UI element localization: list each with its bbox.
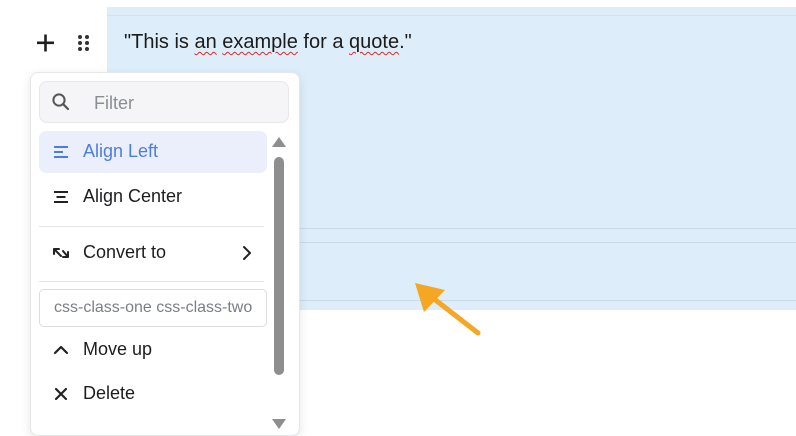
drag-handle-icon <box>78 35 89 51</box>
menu-item-label: Align Left <box>83 141 159 161</box>
menu-item-label: Align Center <box>83 186 183 206</box>
block-top-border <box>107 15 796 16</box>
menu-item-move-up[interactable]: Move up <box>39 329 267 371</box>
misspelled-word: quote <box>349 31 400 53</box>
scroll-down-arrow-icon[interactable] <box>271 417 287 431</box>
filter-field[interactable] <box>39 81 289 123</box>
align-center-icon <box>54 191 68 203</box>
scrollbar-thumb[interactable] <box>274 157 284 375</box>
menu-scrollbar[interactable] <box>271 135 287 431</box>
chevron-up-icon <box>53 345 69 355</box>
quote-text-part: ." <box>399 31 412 53</box>
filter-input[interactable] <box>92 90 276 116</box>
plus-icon <box>37 34 54 52</box>
convert-icon <box>53 248 69 258</box>
add-block-button[interactable] <box>34 30 58 56</box>
menu-item-align-left[interactable]: Align Left <box>39 131 267 173</box>
misspelled-word: example <box>222 31 298 53</box>
quote-text-part: "This is <box>124 31 195 53</box>
menu-item-label: Convert to <box>83 242 167 262</box>
chevron-right-icon <box>243 246 251 260</box>
align-left-icon <box>54 146 68 158</box>
menu-item-convert-to[interactable]: Convert to <box>39 232 267 274</box>
css-class-input[interactable] <box>39 289 267 327</box>
menu-divider <box>39 226 264 227</box>
quote-text-part: for a <box>297 31 350 53</box>
quote-text[interactable]: "This is an example for a quote." <box>124 31 412 54</box>
menu-item-label: Delete <box>83 383 136 403</box>
drag-handle-button[interactable] <box>74 33 94 55</box>
close-icon <box>54 387 68 401</box>
scroll-up-arrow-icon[interactable] <box>271 135 287 149</box>
menu-item-label: Move up <box>83 339 153 359</box>
annotation-arrow-icon <box>415 283 481 336</box>
block-settings-menu: Align Left Align Center Convert to Move … <box>30 72 300 436</box>
menu-divider <box>39 281 264 282</box>
menu-item-align-center[interactable]: Align Center <box>39 176 267 218</box>
menu-item-delete[interactable]: Delete <box>39 373 267 415</box>
misspelled-word: an <box>194 31 217 53</box>
search-icon <box>52 93 70 111</box>
